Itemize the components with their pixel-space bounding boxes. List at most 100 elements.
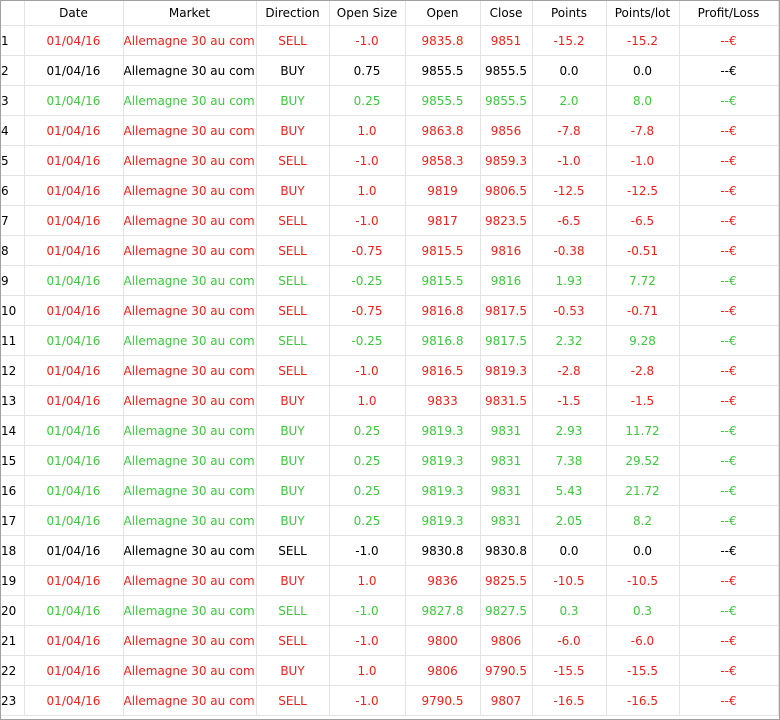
table-row[interactable]: 10 01/04/16 Allemagne 30 au com... SELL -0.7… (1, 295, 779, 326)
column-header-direction[interactable]: Direction (256, 1, 330, 26)
row-index: 10 (1, 295, 25, 326)
table-row[interactable]: 16 01/04/16 Allemagne 30 au com... BUY 0.25 9… (1, 475, 779, 506)
cell-market: Allemagne 30 au com... (123, 145, 257, 176)
cell-direction: BUY (256, 475, 330, 506)
cell-points-lot: -7.8 (606, 115, 680, 146)
cell-direction: SELL (256, 265, 330, 296)
table-row[interactable]: 18 01/04/16 Allemagne 30 au com... SELL -1.0… (1, 535, 779, 566)
cell-open-size: -1.0 (329, 145, 406, 176)
column-header-index[interactable] (1, 1, 25, 26)
cell-profit-loss: --€ (679, 325, 779, 356)
cell-close: 9825.5 (480, 565, 533, 596)
column-header-points-lot[interactable]: Points/lot (606, 1, 680, 26)
cell-open-size: 1.0 (329, 385, 406, 416)
cell-points: -0.53 (532, 295, 607, 326)
cell-profit-loss: --€ (679, 625, 779, 656)
table-row[interactable]: 17 01/04/16 Allemagne 30 au com... BUY 0.25 9… (1, 505, 779, 536)
table-row[interactable]: 20 01/04/16 Allemagne 30 au com... SELL -1.0… (1, 595, 779, 626)
cell-market: Allemagne 30 au com... (123, 415, 257, 446)
cell-points-lot: -6.0 (606, 625, 680, 656)
cell-open-size: -0.25 (329, 325, 406, 356)
cell-date: 01/04/16 (24, 355, 124, 386)
cell-open-size: -1.0 (329, 355, 406, 386)
cell-profit-loss: --€ (679, 205, 779, 236)
cell-points: 2.93 (532, 415, 607, 446)
table-row[interactable]: 12 01/04/16 Allemagne 30 au com... SELL -1.0… (1, 355, 779, 386)
table-row[interactable]: 13 01/04/16 Allemagne 30 au com... BUY 1.0 98… (1, 385, 779, 416)
cell-points: 2.05 (532, 505, 607, 536)
table-row[interactable]: 8 01/04/16 Allemagne 30 au com... SELL -0.75… (1, 235, 779, 266)
row-index: 8 (1, 235, 25, 266)
table-row[interactable]: 3 01/04/16 Allemagne 30 au com... BUY 0.25 98… (1, 85, 779, 116)
column-header-market[interactable]: Market (123, 1, 257, 26)
table-row[interactable]: 9 01/04/16 Allemagne 30 au com... SELL -0.25… (1, 265, 779, 296)
table-row[interactable]: 19 01/04/16 Allemagne 30 au com... BUY 1.0 98… (1, 565, 779, 596)
cell-direction: BUY (256, 565, 330, 596)
cell-points-lot: 29.52 (606, 445, 680, 476)
cell-points: -2.8 (532, 355, 607, 386)
table-row[interactable]: 14 01/04/16 Allemagne 30 au com... BUY 0.25 9… (1, 415, 779, 446)
table-row[interactable]: 22 01/04/16 Allemagne 30 au com... BUY 1.0 98… (1, 655, 779, 686)
cell-market: Allemagne 30 au com... (123, 565, 257, 596)
cell-market: Allemagne 30 au com... (123, 25, 257, 56)
table-row[interactable]: 1 01/04/16 Allemagne 30 au com... SELL -1.0 9… (1, 25, 779, 56)
table-row[interactable]: 15 01/04/16 Allemagne 30 au com... BUY 0.25 9… (1, 445, 779, 476)
cell-market: Allemagne 30 au com... (123, 655, 257, 686)
cell-market: Allemagne 30 au com... (123, 385, 257, 416)
row-index: 22 (1, 655, 25, 686)
cell-direction: BUY (256, 385, 330, 416)
cell-points-lot: 7.72 (606, 265, 680, 296)
table-row[interactable]: 7 01/04/16 Allemagne 30 au com... SELL -1.0 9… (1, 205, 779, 236)
cell-profit-loss: --€ (679, 55, 779, 86)
cell-direction: SELL (256, 205, 330, 236)
cell-open: 9819.3 (405, 505, 481, 536)
cell-points-lot: -15.5 (606, 655, 680, 686)
cell-points-lot: 9.28 (606, 325, 680, 356)
table-row[interactable]: 21 01/04/16 Allemagne 30 au com... SELL -1.0… (1, 625, 779, 656)
cell-close: 9827.5 (480, 595, 533, 626)
cell-points: 0.0 (532, 535, 607, 566)
cell-open: 9819 (405, 175, 481, 206)
column-header-profit-loss[interactable]: Profit/Loss (679, 1, 779, 26)
column-header-date[interactable]: Date (24, 1, 124, 26)
cell-points: 7.38 (532, 445, 607, 476)
trades-grid[interactable]: Date Market Direction Open Size Open Clo… (0, 0, 780, 720)
column-header-open[interactable]: Open (405, 1, 481, 26)
column-header-open-size[interactable]: Open Size (329, 1, 406, 26)
cell-direction: SELL (256, 685, 330, 716)
table-row[interactable]: 11 01/04/16 Allemagne 30 au com... SELL -0.2… (1, 325, 779, 356)
column-header-points[interactable]: Points (532, 1, 607, 26)
cell-open-size: 0.75 (329, 55, 406, 86)
cell-open: 9800 (405, 625, 481, 656)
cell-close: 9830.8 (480, 535, 533, 566)
column-header-close[interactable]: Close (480, 1, 533, 26)
cell-open-size: -0.75 (329, 295, 406, 326)
cell-market: Allemagne 30 au com... (123, 55, 257, 86)
cell-profit-loss: --€ (679, 355, 779, 386)
table-row[interactable]: 5 01/04/16 Allemagne 30 au com... SELL -1.0 9… (1, 145, 779, 176)
table-row[interactable]: 23 01/04/16 Allemagne 30 au com... SELL -1.0… (1, 685, 779, 716)
cell-points: -7.8 (532, 115, 607, 146)
row-index: 13 (1, 385, 25, 416)
cell-profit-loss: --€ (679, 445, 779, 476)
cell-open: 9816.8 (405, 325, 481, 356)
row-index: 15 (1, 445, 25, 476)
cell-date: 01/04/16 (24, 205, 124, 236)
cell-close: 9855.5 (480, 55, 533, 86)
cell-open-size: -1.0 (329, 685, 406, 716)
cell-close: 9831 (480, 505, 533, 536)
table-row[interactable]: 4 01/04/16 Allemagne 30 au com... BUY 1.0 986… (1, 115, 779, 146)
cell-direction: BUY (256, 445, 330, 476)
cell-points-lot: 0.0 (606, 55, 680, 86)
cell-points-lot: 0.3 (606, 595, 680, 626)
cell-direction: SELL (256, 295, 330, 326)
cell-direction: SELL (256, 145, 330, 176)
cell-direction: BUY (256, 505, 330, 536)
cell-open: 9858.3 (405, 145, 481, 176)
table-row[interactable]: 6 01/04/16 Allemagne 30 au com... BUY 1.0 981… (1, 175, 779, 206)
cell-profit-loss: --€ (679, 655, 779, 686)
cell-close: 9831 (480, 475, 533, 506)
cell-profit-loss: --€ (679, 505, 779, 536)
table-row[interactable]: 2 01/04/16 Allemagne 30 au com... BUY 0.75 98… (1, 55, 779, 86)
cell-points-lot: 21.72 (606, 475, 680, 506)
